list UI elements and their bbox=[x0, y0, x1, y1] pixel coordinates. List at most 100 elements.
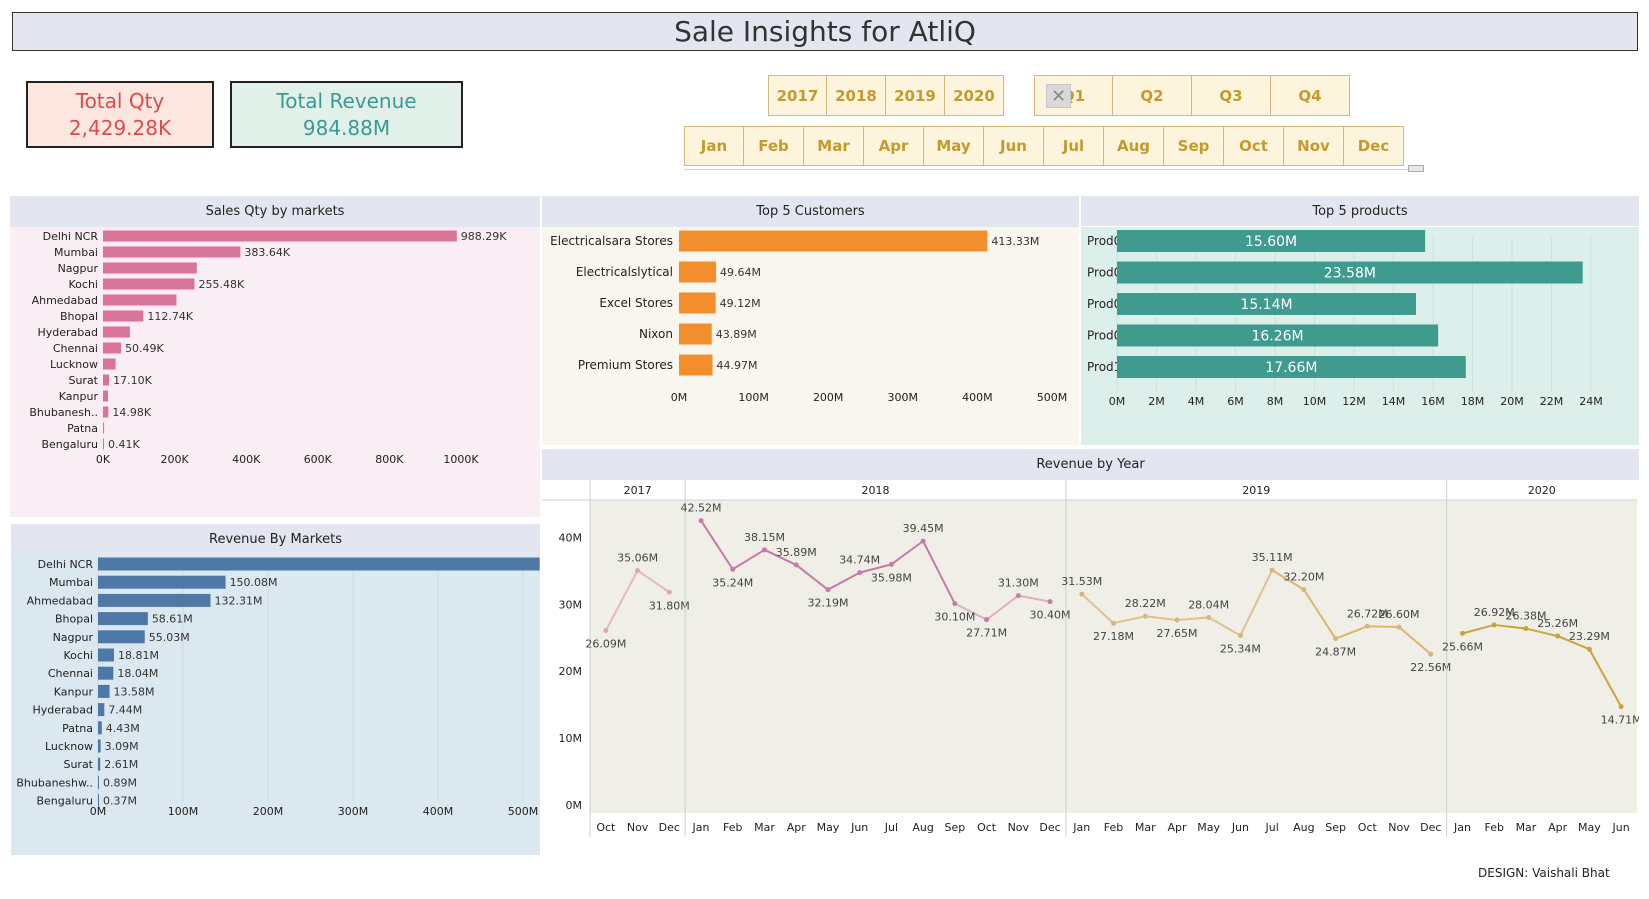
year-filter: 2017 2018 2019 2020 bbox=[768, 75, 1004, 116]
data-label: 17.10K bbox=[113, 374, 152, 387]
y-tick-label: 0M bbox=[566, 799, 583, 812]
x-tick-label: Dec bbox=[1420, 821, 1441, 834]
x-tick-label: Dec bbox=[1039, 821, 1060, 834]
x-tick-label: Nov bbox=[1388, 821, 1410, 834]
data-label: 413.33M bbox=[991, 235, 1039, 248]
category-label: Kochi bbox=[64, 649, 93, 662]
bar bbox=[98, 666, 114, 680]
month-filter-button[interactable]: Jul bbox=[1044, 126, 1104, 166]
x-tick-label: 16M bbox=[1421, 395, 1445, 408]
quarter-filter-button[interactable]: Q4 bbox=[1271, 75, 1350, 116]
x-tick-label: Jan bbox=[1453, 821, 1471, 834]
data-point bbox=[1142, 613, 1148, 619]
month-filter-button[interactable]: Jan bbox=[684, 126, 744, 166]
category-label: Nagpur bbox=[53, 631, 94, 644]
bar bbox=[679, 323, 712, 345]
x-tick-label: 0M bbox=[1109, 395, 1126, 408]
data-point bbox=[1460, 630, 1465, 636]
month-filter-button[interactable]: Mar bbox=[804, 126, 864, 166]
data-point bbox=[1111, 620, 1116, 626]
month-filter-button[interactable]: Apr bbox=[864, 126, 924, 166]
category-label: Excel Stores bbox=[599, 296, 673, 310]
x-tick-label: 14M bbox=[1382, 395, 1406, 408]
data-label: 28.04M bbox=[1188, 598, 1229, 611]
data-label: 26.09M bbox=[585, 637, 626, 650]
month-filter-button[interactable]: Jun bbox=[984, 126, 1044, 166]
data-label: 35.24M bbox=[712, 576, 753, 589]
year-filter-button[interactable]: 2017 bbox=[768, 75, 827, 116]
bar bbox=[103, 342, 122, 354]
year-header: 2020 bbox=[1528, 484, 1556, 497]
x-tick-label: Nov bbox=[1008, 821, 1030, 834]
data-label: 34.74M bbox=[839, 554, 880, 567]
data-point bbox=[1015, 593, 1021, 599]
month-filter-scrollbar[interactable] bbox=[684, 166, 1424, 170]
data-point bbox=[698, 518, 704, 524]
data-point bbox=[888, 561, 894, 567]
revenue-year-title: Revenue by Year bbox=[542, 449, 1639, 480]
bar bbox=[98, 612, 148, 626]
data-label: 49.64M bbox=[720, 266, 761, 279]
bar bbox=[98, 684, 110, 698]
x-tick-label: 0M bbox=[671, 391, 688, 404]
year-header: 2017 bbox=[624, 484, 652, 497]
data-point bbox=[1047, 599, 1053, 605]
month-filter-button[interactable]: Sep bbox=[1164, 126, 1224, 166]
kpi-total-revenue-label: Total Revenue bbox=[276, 88, 417, 113]
x-tick-label: 400K bbox=[232, 453, 261, 466]
category-label: Surat bbox=[63, 758, 93, 771]
data-label: 0.41K bbox=[108, 438, 140, 451]
category-label: Surat bbox=[68, 374, 98, 387]
month-filter-button[interactable]: Aug bbox=[1104, 126, 1164, 166]
month-filter-button[interactable]: Dec bbox=[1344, 126, 1404, 166]
category-label: Bhubaneshw.. bbox=[16, 776, 93, 789]
data-point bbox=[603, 627, 609, 633]
data-label: 255.48K bbox=[198, 278, 244, 291]
quarter-filter-button[interactable]: Q2 bbox=[1113, 75, 1192, 116]
design-credit: DESIGN: Vaishali Bhat bbox=[1478, 866, 1610, 880]
month-filter-button[interactable]: Oct bbox=[1224, 126, 1284, 166]
x-tick-label: Jun bbox=[1231, 821, 1249, 834]
category-label: Bhopal bbox=[60, 310, 98, 323]
year-filter-button[interactable]: 2020 bbox=[945, 75, 1004, 116]
x-tick-label: 12M bbox=[1342, 395, 1366, 408]
data-label: 2.61M bbox=[104, 758, 138, 771]
data-point bbox=[1301, 587, 1307, 593]
month-filter-button[interactable]: Feb bbox=[744, 126, 804, 166]
top-products-title: Top 5 products bbox=[1081, 196, 1639, 226]
data-label: 31.80M bbox=[649, 599, 690, 612]
bar bbox=[103, 406, 109, 418]
x-tick-label: Aug bbox=[1293, 821, 1314, 834]
data-label: 14.71M bbox=[1601, 714, 1639, 727]
data-point bbox=[1174, 617, 1180, 623]
category-label: Lucknow bbox=[50, 358, 98, 371]
year-filter-button[interactable]: 2018 bbox=[827, 75, 886, 116]
year-filter-button[interactable]: 2019 bbox=[886, 75, 945, 116]
data-label: 0.37M bbox=[103, 795, 137, 808]
data-label: 23.58M bbox=[1324, 266, 1376, 282]
category-label: Ahmedabad bbox=[27, 594, 93, 607]
category-label: Bengaluru bbox=[36, 795, 93, 808]
x-tick-label: 18M bbox=[1461, 395, 1485, 408]
bar bbox=[98, 721, 102, 735]
x-tick-label: May bbox=[817, 821, 840, 834]
scrollbar-handle[interactable] bbox=[1408, 165, 1424, 172]
month-filter-button[interactable]: May bbox=[924, 126, 984, 166]
category-label: Delhi NCR bbox=[43, 230, 99, 243]
bar bbox=[98, 630, 145, 644]
category-label: Kochi bbox=[69, 278, 98, 291]
data-label: 27.65M bbox=[1156, 627, 1197, 640]
x-tick-label: Oct bbox=[596, 821, 616, 834]
bar bbox=[679, 261, 717, 283]
x-tick-label: Jan bbox=[1072, 821, 1090, 834]
x-tick-label: 10M bbox=[1303, 395, 1327, 408]
data-label: 58.61M bbox=[152, 613, 193, 626]
clear-filter-icon[interactable]: ✕ bbox=[1046, 84, 1071, 108]
data-label: 24.87M bbox=[1315, 646, 1356, 659]
month-filter-button[interactable]: Nov bbox=[1284, 126, 1344, 166]
year-header-band bbox=[542, 480, 1637, 500]
category-label: Electricalslytical bbox=[576, 265, 673, 279]
data-point bbox=[1491, 622, 1497, 628]
quarter-filter-button[interactable]: Q3 bbox=[1192, 75, 1271, 116]
x-tick-label: 6M bbox=[1227, 395, 1244, 408]
